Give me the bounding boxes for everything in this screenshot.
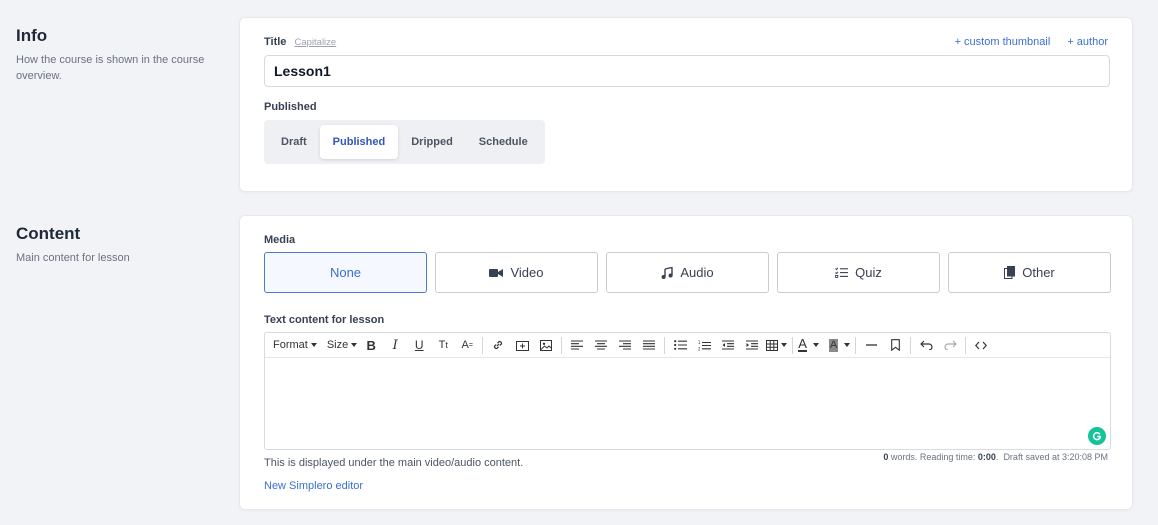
content-description: Main content for lesson xyxy=(16,252,130,264)
text-case-icon[interactable]: Tt xyxy=(431,334,455,356)
video-camera-icon xyxy=(489,268,504,277)
editor-toolbar: Format Size B I U Tt A = 12 A A xyxy=(265,333,1110,358)
underline-icon[interactable]: U xyxy=(407,334,431,356)
align-left-icon[interactable] xyxy=(565,334,589,356)
redo-icon[interactable] xyxy=(938,334,962,356)
media-field-label: Media xyxy=(264,234,296,246)
numbered-list-icon[interactable]: 12 xyxy=(692,334,716,356)
table-dropdown[interactable] xyxy=(764,334,789,356)
editor-help-text: This is displayed under the main video/a… xyxy=(264,457,524,469)
published-field-label: Published xyxy=(264,101,317,113)
font-color-dropdown[interactable]: A xyxy=(796,334,821,356)
media-other-button[interactable]: Other xyxy=(948,252,1111,293)
documents-icon xyxy=(1004,266,1016,279)
size-dropdown[interactable]: Size xyxy=(325,334,359,356)
insert-image-icon[interactable] xyxy=(534,334,558,356)
horizontal-rule-icon[interactable] xyxy=(859,334,883,356)
media-options: None Video Audio Quiz Other xyxy=(264,252,1111,293)
bullet-list-icon[interactable] xyxy=(668,334,692,356)
undo-icon[interactable] xyxy=(914,334,938,356)
highlight-color-icon: A xyxy=(828,338,839,352)
toolbar-separator xyxy=(561,336,563,354)
author-link[interactable]: + author xyxy=(1067,36,1108,48)
editor-stats: 0 words. Reading time: 0:00. Draft saved… xyxy=(883,452,1108,462)
align-justify-icon[interactable] xyxy=(637,334,661,356)
title-extra-links: + custom thumbnail + author xyxy=(941,36,1108,48)
toolbar-separator xyxy=(965,336,967,354)
rich-text-editor[interactable]: Format Size B I U Tt A = 12 A A xyxy=(264,332,1111,450)
link-icon[interactable] xyxy=(486,334,510,356)
music-note-icon xyxy=(661,266,674,279)
status-published-button[interactable]: Published xyxy=(319,125,399,159)
status-draft-button[interactable]: Draft xyxy=(268,125,320,159)
outdent-icon[interactable] xyxy=(716,334,740,356)
indent-icon[interactable] xyxy=(740,334,764,356)
info-heading: Info xyxy=(16,26,48,45)
status-dripped-button[interactable]: Dripped xyxy=(398,125,466,159)
insert-file-icon[interactable] xyxy=(510,334,534,356)
info-description: How the course is shown in the course ov… xyxy=(16,54,205,82)
text-content-label: Text content for lesson xyxy=(264,314,385,326)
italic-icon[interactable]: I xyxy=(383,334,407,356)
toolbar-separator xyxy=(482,336,484,354)
media-video-button[interactable]: Video xyxy=(435,252,598,293)
content-section-label: Content Main content for lesson xyxy=(16,224,231,266)
font-color-icon: A xyxy=(798,336,807,352)
toolbar-separator xyxy=(792,336,794,354)
info-section-label: Info How the course is shown in the cour… xyxy=(16,26,231,84)
custom-thumbnail-link[interactable]: + custom thumbnail xyxy=(955,36,1051,48)
clear-format-icon[interactable]: A = xyxy=(455,334,479,356)
code-view-icon[interactable] xyxy=(969,334,993,356)
info-card: Title Capitalize + custom thumbnail + au… xyxy=(239,17,1133,192)
bold-icon[interactable]: B xyxy=(359,334,383,356)
media-audio-button[interactable]: Audio xyxy=(606,252,769,293)
publish-status-group: Draft Published Dripped Schedule xyxy=(264,120,545,164)
content-heading: Content xyxy=(16,224,81,243)
capitalize-link[interactable]: Capitalize xyxy=(294,37,336,48)
highlight-color-dropdown[interactable]: A xyxy=(827,334,852,356)
toolbar-separator xyxy=(910,336,912,354)
title-field-label: Title Capitalize xyxy=(264,36,337,48)
new-editor-link[interactable]: New Simplero editor xyxy=(264,480,363,492)
toolbar-separator xyxy=(664,336,666,354)
status-schedule-button[interactable]: Schedule xyxy=(466,125,541,159)
grammarly-icon[interactable] xyxy=(1088,427,1106,445)
title-input-value: Lesson1 xyxy=(274,63,331,79)
align-right-icon[interactable] xyxy=(613,334,637,356)
title-input[interactable]: Lesson1 xyxy=(264,55,1110,87)
svg-text:1: 1 xyxy=(698,340,701,345)
media-none-button[interactable]: None xyxy=(264,252,427,293)
toolbar-separator xyxy=(855,336,857,354)
format-dropdown[interactable]: Format xyxy=(271,334,319,356)
table-icon xyxy=(766,339,779,351)
media-quiz-button[interactable]: Quiz xyxy=(777,252,940,293)
checklist-icon xyxy=(835,267,849,278)
content-card: Media None Video Audio Quiz Other Text c… xyxy=(239,215,1133,510)
align-center-icon[interactable] xyxy=(589,334,613,356)
svg-text:2: 2 xyxy=(698,346,701,351)
bookmark-icon[interactable] xyxy=(883,334,907,356)
